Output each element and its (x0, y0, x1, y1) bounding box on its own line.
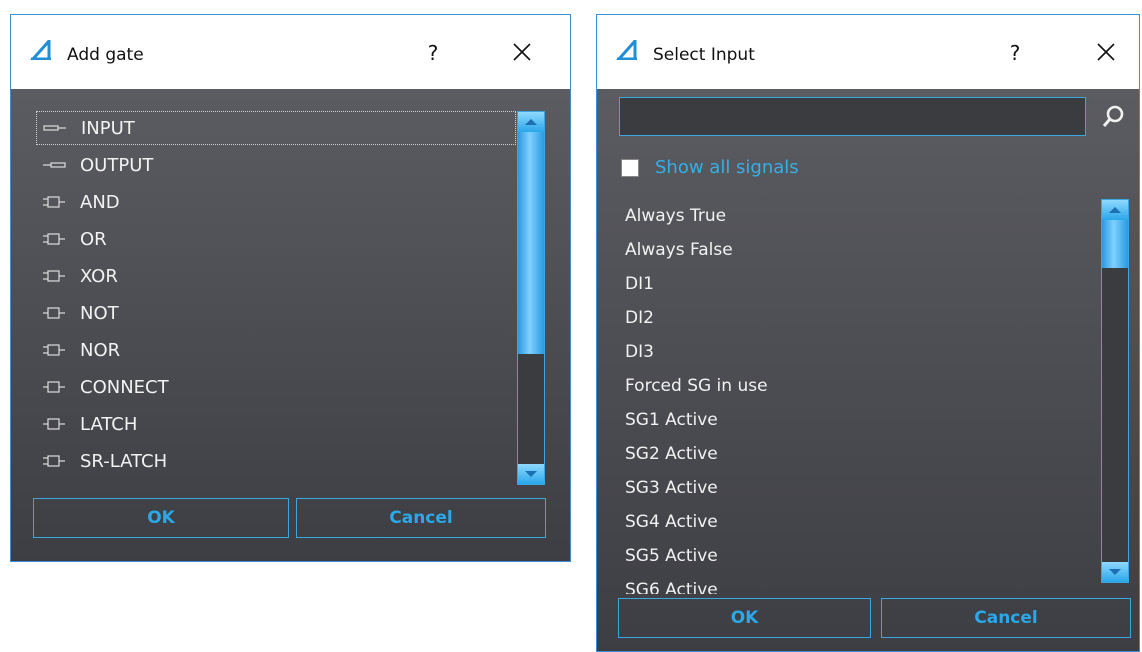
scroll-thumb[interactable] (518, 132, 544, 354)
ok-button[interactable]: OK (618, 598, 871, 638)
gate-list-item[interactable]: OUTPUT (36, 148, 516, 182)
signal-list-scrollbar[interactable] (1101, 199, 1129, 583)
not-gate-icon (43, 307, 65, 319)
signal-list-item[interactable]: Always False (625, 233, 1095, 267)
select-input-dialog: Select Input ? Show all signals Always T… (596, 14, 1140, 652)
gate-list-item[interactable]: SR-LATCH (36, 444, 516, 478)
gate-list-item-label: AND (80, 191, 120, 213)
select-input-titlebar[interactable]: Select Input ? (597, 15, 1139, 89)
gate-list-item[interactable]: AND (36, 185, 516, 219)
scroll-up-button[interactable] (518, 112, 544, 132)
nor-gate-icon (43, 344, 65, 356)
signal-list-item[interactable]: DI2 (625, 301, 1095, 335)
signal-list-item[interactable]: Forced SG in use (625, 369, 1095, 403)
gate-list-item[interactable]: NOT (36, 296, 516, 330)
gate-list-item-label: XOR (80, 265, 118, 287)
gate-list-item[interactable]: OR (36, 222, 516, 256)
add-gate-dialog: Add gate ? INPUT OUTPUT AND OR XOR NOT NOR CONN… (10, 14, 571, 562)
gate-list-item-label: SR-LATCH (80, 450, 168, 472)
signal-list-item[interactable]: SG1 Active (625, 403, 1095, 437)
add-gate-titlebar[interactable]: Add gate ? (11, 15, 570, 89)
gate-list-item-label: NOT (80, 302, 119, 324)
connect-gate-icon (43, 381, 65, 393)
output-gate-icon (43, 162, 66, 168)
chevron-up-icon (1109, 207, 1121, 213)
chevron-down-icon (525, 471, 537, 477)
cancel-button[interactable]: Cancel (881, 598, 1131, 638)
dialog-title: Add gate (67, 45, 144, 65)
gate-list-item[interactable]: LATCH (36, 407, 516, 441)
input-gate-icon (43, 125, 66, 131)
gate-list-item[interactable]: NOR (36, 333, 516, 367)
and-gate-icon (43, 196, 65, 208)
chevron-down-icon (1109, 569, 1121, 575)
scroll-down-button[interactable] (1102, 562, 1128, 582)
gate-list-item[interactable]: CONNECT (36, 370, 516, 404)
gate-list-scrollbar[interactable] (517, 111, 545, 485)
gate-list-item-label: OR (80, 228, 107, 250)
scroll-up-button[interactable] (1102, 200, 1128, 220)
search-icon[interactable] (1101, 103, 1127, 129)
cancel-button[interactable]: Cancel (296, 498, 546, 538)
gate-list-item[interactable]: XOR (36, 259, 516, 293)
signal-list[interactable]: Always True Always False DI1 DI2 DI3 Forced S… (625, 199, 1095, 594)
gate-list-item[interactable]: INPUT (36, 111, 516, 145)
select-input-body: Show all signals Always True Always False… (597, 89, 1139, 651)
gate-list-item-label: OUTPUT (80, 154, 154, 176)
signal-list-item[interactable]: DI1 (625, 267, 1095, 301)
gate-list-item-label: CONNECT (80, 376, 169, 398)
close-icon[interactable] (1091, 37, 1121, 67)
add-gate-body: INPUT OUTPUT AND OR XOR NOT NOR CONNECT LATCH SR-… (11, 89, 570, 561)
signal-list-item[interactable]: DI3 (625, 335, 1095, 369)
help-button[interactable]: ? (1003, 39, 1027, 67)
xor-gate-icon (43, 270, 65, 282)
app-logo-icon (616, 40, 637, 60)
close-icon[interactable] (507, 37, 537, 67)
app-logo-icon (30, 40, 51, 60)
latch-gate-icon (43, 418, 65, 430)
signal-list-item[interactable]: SG3 Active (625, 471, 1095, 505)
signal-list-item[interactable]: SG6 Active (625, 573, 1095, 594)
ok-button[interactable]: OK (33, 498, 289, 538)
show-all-signals-checkbox[interactable] (621, 159, 639, 177)
gate-list[interactable]: INPUT OUTPUT AND OR XOR NOT NOR CONNECT LATCH SR-… (36, 111, 516, 485)
dialog-title: Select Input (653, 45, 755, 65)
help-button[interactable]: ? (421, 39, 445, 67)
signal-list-item[interactable]: Always True (625, 199, 1095, 233)
scroll-down-button[interactable] (518, 464, 544, 484)
search-input[interactable] (619, 97, 1086, 136)
gate-list-item-label: NOR (80, 339, 121, 361)
or-gate-icon (43, 233, 65, 245)
signal-list-item[interactable]: SG5 Active (625, 539, 1095, 573)
show-all-signals-label[interactable]: Show all signals (655, 157, 799, 178)
gate-list-item-label: INPUT (81, 117, 135, 139)
chevron-up-icon (525, 119, 537, 125)
signal-list-item[interactable]: SG2 Active (625, 437, 1095, 471)
sr-latch-gate-icon (43, 455, 65, 467)
scroll-thumb[interactable] (1102, 220, 1128, 268)
signal-list-item[interactable]: SG4 Active (625, 505, 1095, 539)
gate-list-item-label: LATCH (80, 413, 138, 435)
